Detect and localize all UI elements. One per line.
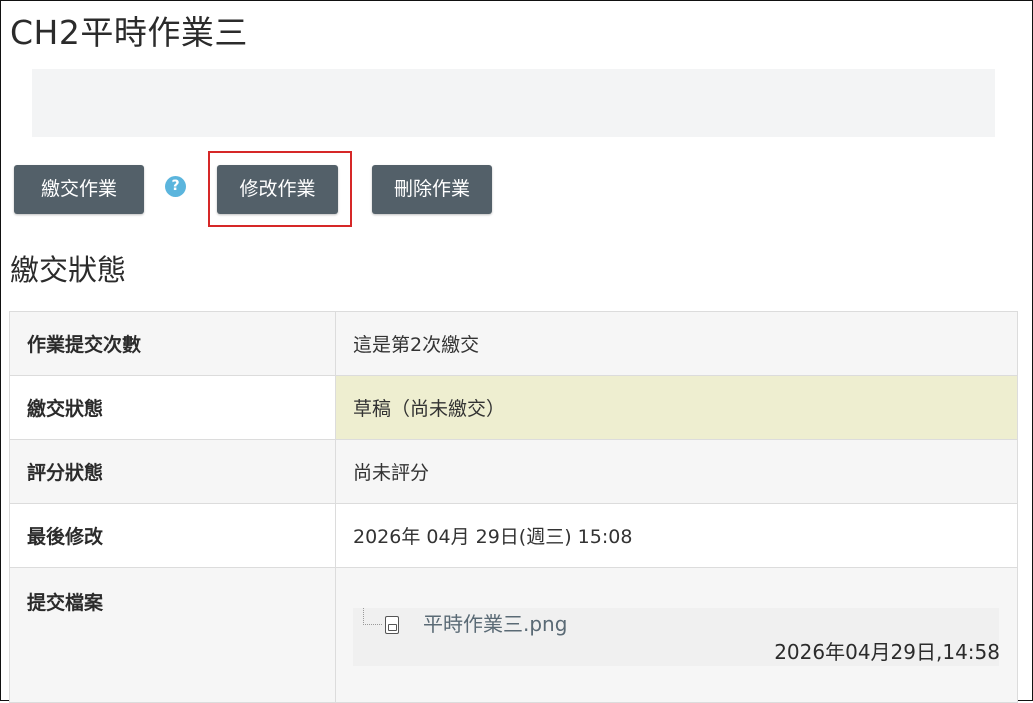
file-link[interactable]: 平時作業三.png (423, 610, 567, 638)
row-label-submission-status: 繳交狀態 (9, 375, 336, 440)
help-icon[interactable]: ? (165, 176, 186, 197)
image-file-icon (385, 616, 399, 634)
row-label-last-modified: 最後修改 (9, 503, 336, 568)
edit-assignment-button[interactable]: 修改作業 (217, 165, 338, 214)
table-row: 提交檔案 平時作業三.png 2026年04月29日,14:58 (9, 567, 1018, 703)
submission-status-heading: 繳交狀態 (10, 253, 127, 287)
row-value-submitted-files: 平時作業三.png 2026年04月29日,14:58 (335, 567, 1018, 703)
row-label-submitted-files: 提交檔案 (9, 567, 336, 703)
assignment-intro-box (32, 69, 995, 137)
row-value-attempt: 這是第2次繳交 (335, 311, 1018, 376)
submission-status-table: 作業提交次數 這是第2次繳交 繳交狀態 草稿（尚未繳交） 評分狀態 尚未評分 最… (9, 311, 1018, 703)
table-row: 繳交狀態 草稿（尚未繳交） (9, 375, 1018, 440)
table-row: 最後修改 2026年 04月 29日(週三) 15:08 (9, 503, 1018, 568)
file-tree-panel: 平時作業三.png 2026年04月29日,14:58 (353, 608, 1000, 666)
row-label-grading-status: 評分狀態 (9, 439, 336, 504)
table-row: 評分狀態 尚未評分 (9, 439, 1018, 504)
row-value-submission-status: 草稿（尚未繳交） (335, 375, 1018, 440)
row-value-grading-status: 尚未評分 (335, 439, 1018, 504)
file-timestamp: 2026年04月29日,14:58 (774, 640, 1000, 664)
row-label-attempt: 作業提交次數 (9, 311, 336, 376)
row-value-last-modified: 2026年 04月 29日(週三) 15:08 (335, 503, 1018, 568)
tree-connector (363, 608, 382, 625)
submit-assignment-button[interactable]: 繳交作業 (14, 165, 144, 214)
page-title: CH2平時作業三 (10, 13, 248, 52)
delete-assignment-button[interactable]: 刪除作業 (372, 165, 492, 214)
table-row: 作業提交次數 這是第2次繳交 (9, 311, 1018, 376)
